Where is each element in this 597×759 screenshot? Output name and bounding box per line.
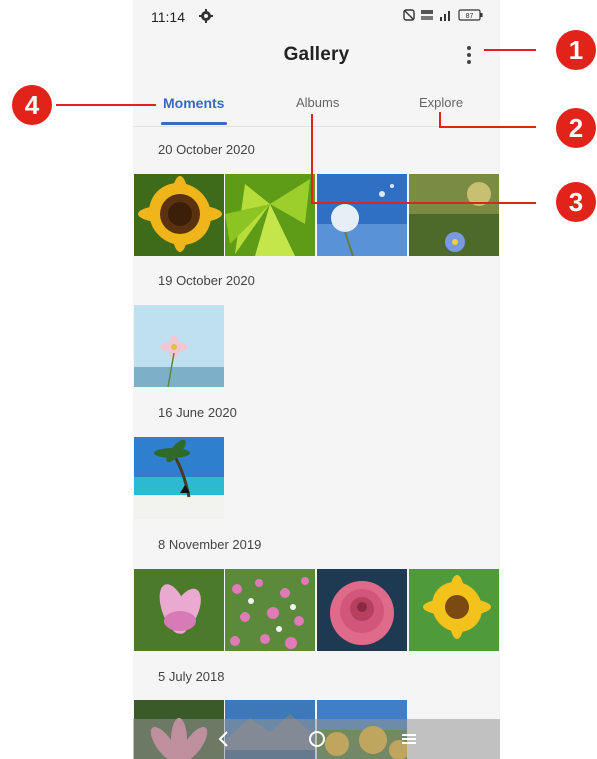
- callout-badge-4: 4: [12, 85, 52, 125]
- photo-thumbnail-palm-beach[interactable]: [134, 437, 224, 519]
- callout-line-1: [484, 49, 536, 51]
- tab-indicator: [161, 122, 227, 125]
- more-dot: [467, 46, 471, 50]
- callout-line-2: [439, 126, 536, 128]
- date-header: 8 November 2019: [158, 537, 262, 552]
- volte-icon: [421, 10, 433, 20]
- tab-bar: Moments Albums Explore: [133, 88, 500, 127]
- tab-albums[interactable]: Albums: [296, 95, 339, 110]
- more-dot: [467, 60, 471, 64]
- photo-thumbnail-rose[interactable]: [317, 569, 407, 651]
- status-bar: 11:14 87: [133, 0, 500, 34]
- photo-thumbnail-sunflower[interactable]: [134, 174, 224, 256]
- callout-badge-3: 3: [556, 182, 596, 222]
- callout-badge-1: 1: [556, 30, 596, 70]
- navigation-bar: [133, 719, 500, 759]
- callout-line-4: [56, 104, 156, 106]
- more-dot: [467, 53, 471, 57]
- status-icons: 87: [403, 9, 484, 21]
- date-header: 5 July 2018: [158, 669, 225, 684]
- photo-thumbnail-dandelion[interactable]: [317, 174, 407, 256]
- photo-thumbnail-magnolia[interactable]: [134, 569, 224, 651]
- date-header: 19 October 2020: [158, 273, 255, 288]
- photo-thumbnail-flower-field[interactable]: [225, 569, 315, 651]
- battery-icon: 87: [458, 9, 483, 21]
- nfc-icon: [403, 9, 415, 21]
- photo-thumbnail-daisy[interactable]: [409, 174, 499, 256]
- photo-thumbnail-cosmos-sky[interactable]: [134, 305, 224, 387]
- home-icon[interactable]: [305, 727, 329, 751]
- back-icon[interactable]: [212, 727, 236, 751]
- callout-badge-2: 2: [556, 108, 596, 148]
- photo-thumbnail-green-leaves[interactable]: [225, 174, 315, 256]
- date-header: 20 October 2020: [158, 142, 255, 157]
- callout-line-3: [311, 202, 536, 204]
- callout-line-2: [439, 112, 441, 126]
- photo-thumbnail-sunflower-sky[interactable]: [409, 569, 499, 651]
- tab-explore[interactable]: Explore: [419, 95, 463, 110]
- phone-screen: 11:14 87 Gallery Moments Albums Explore …: [133, 0, 500, 759]
- tab-moments[interactable]: Moments: [163, 95, 224, 111]
- battery-level: 87: [466, 13, 474, 20]
- callout-line-3: [311, 114, 313, 202]
- page-title: Gallery: [283, 44, 350, 65]
- signal-icon: [440, 11, 450, 21]
- gear-icon: [199, 9, 213, 23]
- more-options-button[interactable]: [459, 44, 479, 66]
- recents-icon[interactable]: [397, 727, 421, 751]
- date-header: 16 June 2020: [158, 405, 237, 420]
- status-time: 11:14: [151, 9, 185, 25]
